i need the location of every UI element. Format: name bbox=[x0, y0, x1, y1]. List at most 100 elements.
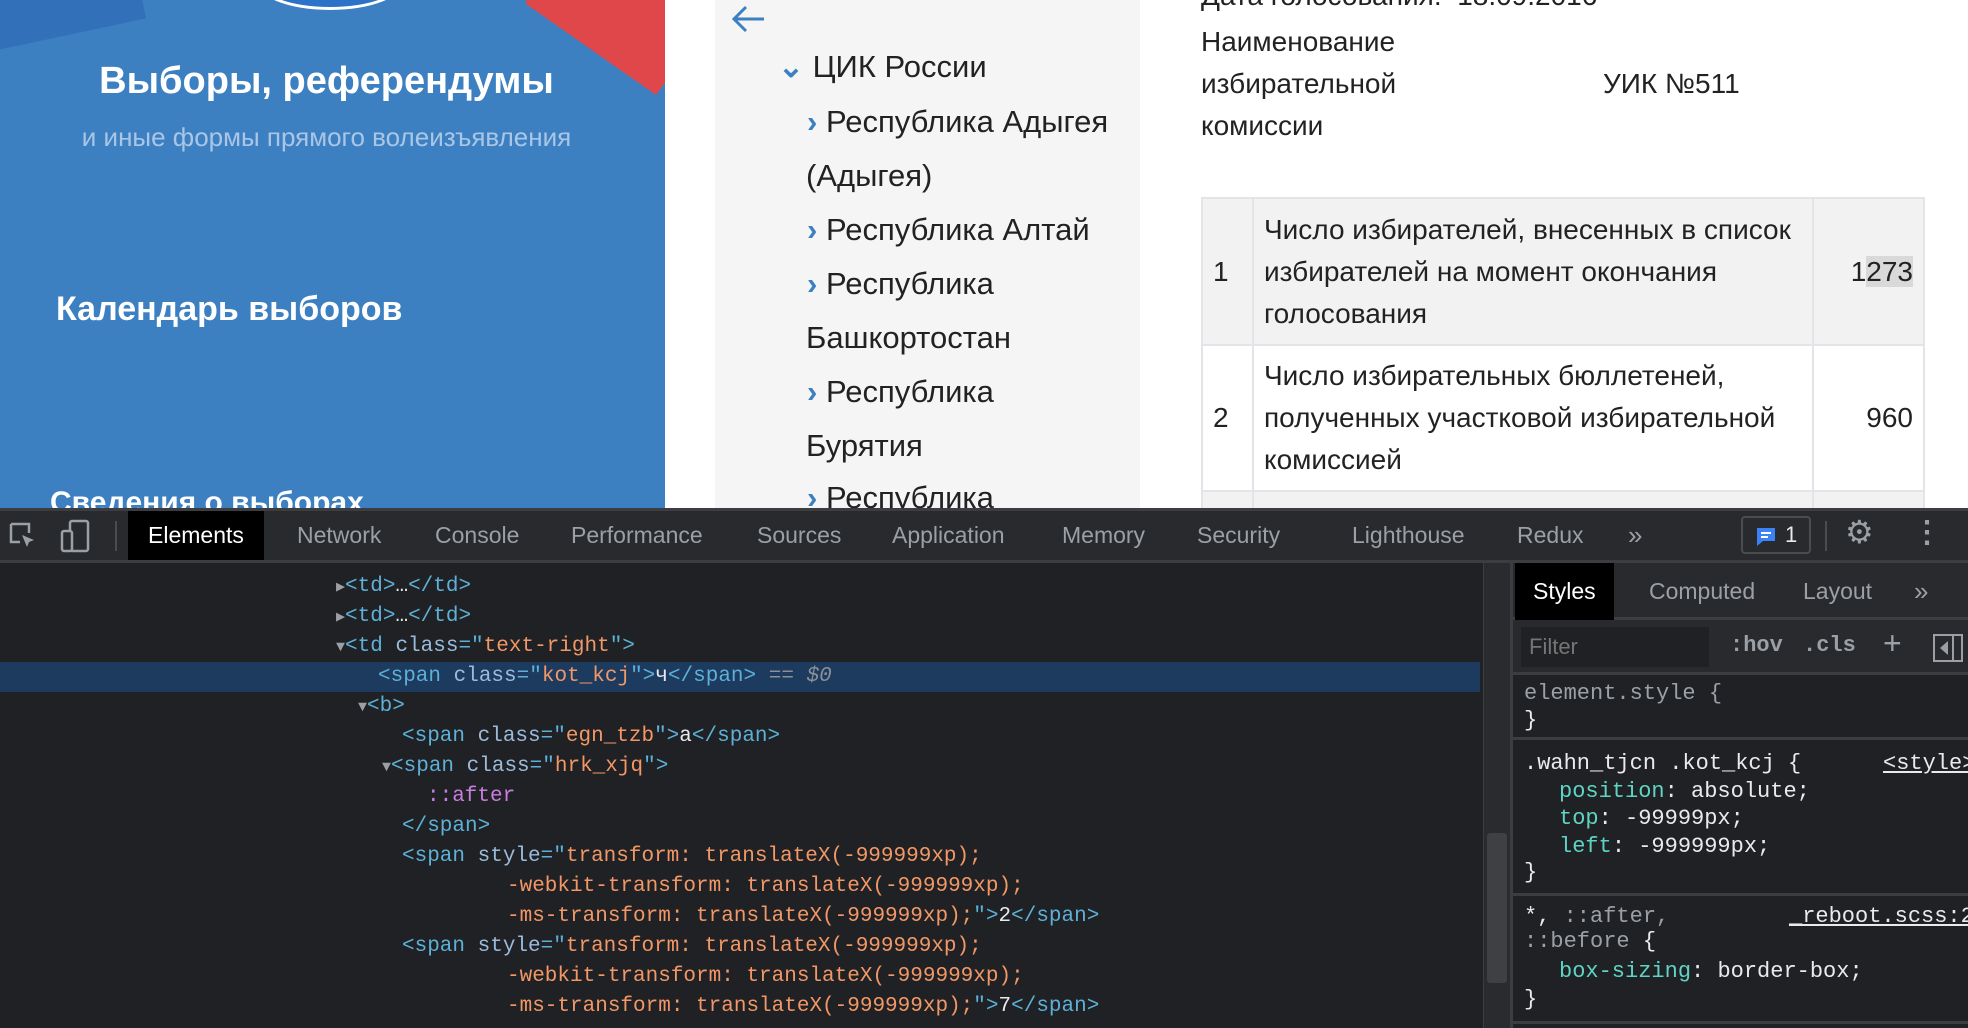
voting-date: Дата голосования: 18.09.2016 bbox=[1201, 0, 1597, 12]
scrollbar-thumb[interactable] bbox=[1487, 833, 1507, 983]
tree-item[interactable]: › Республика Алтай bbox=[807, 203, 1090, 257]
element-style-selector[interactable]: element.style { bbox=[1524, 681, 1722, 706]
code-token: transform: translateX(-999999xp); bbox=[565, 845, 982, 868]
inspect-element-icon[interactable] bbox=[8, 521, 38, 551]
arrow-left-icon[interactable] bbox=[730, 4, 766, 34]
dom-node[interactable]: ▼<span class="hrk_xjq"> bbox=[0, 752, 1480, 782]
tab-computed[interactable]: Computed bbox=[1631, 563, 1773, 620]
expand-triangle-down-icon[interactable]: ▼ bbox=[358, 699, 367, 716]
selector-brace: { bbox=[1629, 929, 1657, 954]
dom-node[interactable]: ▼<b> bbox=[0, 692, 1480, 722]
tab-security[interactable]: Security bbox=[1177, 511, 1300, 560]
expand-triangle-right-icon[interactable]: ▶ bbox=[336, 609, 345, 626]
tab-sources[interactable]: Sources bbox=[737, 511, 861, 560]
css-property[interactable]: left: -999999px; bbox=[1559, 834, 1770, 859]
dom-node[interactable]: -ms-transform: translateX(-999999xp);">2… bbox=[0, 902, 1480, 932]
tree-item-label: Республика bbox=[825, 374, 994, 409]
toggle-sidebar-icon[interactable] bbox=[1933, 634, 1963, 662]
elections-info-link[interactable]: Сведения о выборах bbox=[50, 486, 364, 508]
rule-source-link[interactable]: <style> bbox=[1883, 751, 1968, 776]
dom-node[interactable]: -ms-transform: translateX(-999999xp);">7… bbox=[0, 992, 1480, 1022]
kebab-menu-icon[interactable]: ⋮ bbox=[1912, 515, 1942, 550]
tab-styles[interactable]: Styles bbox=[1515, 563, 1614, 620]
tab-memory[interactable]: Memory bbox=[1042, 511, 1165, 560]
new-rule-button[interactable]: + bbox=[1883, 625, 1902, 662]
code-token: == bbox=[756, 665, 807, 688]
expand-triangle-right-icon[interactable]: ▶ bbox=[336, 579, 345, 596]
commission-value: УИК №511 bbox=[1603, 68, 1740, 99]
dom-node[interactable]: <span style="transform: translateX(-9999… bbox=[0, 932, 1480, 962]
tree-root[interactable]: ⌄ ЦИК России bbox=[778, 40, 987, 94]
divider bbox=[1513, 737, 1968, 740]
cls-toggle[interactable]: .cls bbox=[1803, 633, 1856, 658]
tree-item-continued[interactable]: (Адыгея) bbox=[806, 149, 932, 203]
value-highlighted: 273 bbox=[1866, 255, 1913, 287]
hov-toggle[interactable]: :hov bbox=[1730, 633, 1783, 658]
expand-triangle-down-icon[interactable]: ▼ bbox=[382, 759, 391, 776]
tree-item[interactable]: › Республика bbox=[807, 365, 994, 419]
code-token: egn_tzb bbox=[565, 725, 655, 748]
row-number bbox=[1201, 490, 1254, 508]
dom-node[interactable]: <span style="transform: translateX(-9999… bbox=[0, 842, 1480, 872]
more-panes-button[interactable]: » bbox=[1896, 563, 1946, 620]
tree-item[interactable]: › Республика bbox=[807, 471, 994, 508]
issues-badge[interactable]: 1 bbox=[1741, 516, 1811, 554]
device-toolbar-icon[interactable] bbox=[60, 519, 94, 553]
more-tabs-button[interactable]: » bbox=[1608, 511, 1662, 560]
tab-layout[interactable]: Layout bbox=[1785, 563, 1890, 620]
code-token: </td> bbox=[408, 575, 472, 598]
css-property[interactable]: position: absolute; bbox=[1559, 779, 1810, 804]
styles-filter-input[interactable] bbox=[1521, 627, 1709, 667]
rule-selector[interactable]: .wahn_tjcn .kot_kcj { bbox=[1524, 751, 1801, 776]
dom-tree-scrollbar[interactable] bbox=[1483, 563, 1510, 1028]
chevron-right-icon: › bbox=[807, 480, 818, 508]
calendar-link[interactable]: Календарь выборов bbox=[56, 290, 402, 329]
dom-node-content: <span class="kot_kcj">ч</span> == $0 bbox=[378, 662, 832, 692]
css-property[interactable]: top: -99999px; bbox=[1559, 806, 1744, 831]
dom-node[interactable]: ▶<td>…</td> bbox=[0, 572, 1480, 602]
code-token: <span bbox=[402, 725, 478, 748]
code-token: class bbox=[477, 725, 541, 748]
selector-part: ::before bbox=[1524, 929, 1630, 954]
dom-node[interactable]: </span> bbox=[0, 812, 1480, 842]
rule-source-link[interactable]: _reboot.scss:24 bbox=[1789, 904, 1968, 929]
code-token: style bbox=[477, 845, 541, 868]
tree-item-continued[interactable]: Башкортостан bbox=[806, 311, 1011, 365]
expand-triangle-down-icon[interactable]: ▼ bbox=[316, 563, 325, 566]
property-name: top bbox=[1559, 806, 1599, 831]
tree-item-label: Республика Адыгея bbox=[825, 104, 1109, 139]
dom-node[interactable]: -webkit-transform: translateX(-999999xp)… bbox=[0, 962, 1480, 992]
tab-console[interactable]: Console bbox=[415, 511, 539, 560]
dom-node[interactable]: <span class="egn_tzb">а</span> bbox=[0, 722, 1480, 752]
tree-item[interactable]: › Республика Адыгея bbox=[807, 95, 1108, 149]
dom-node-selected[interactable]: <span class="kot_kcj">ч</span> == $0 bbox=[0, 662, 1480, 692]
dom-node-content: <span class="egn_tzb">а</span> bbox=[402, 722, 780, 752]
code-token: ч bbox=[655, 665, 668, 688]
table-row: 1 Число избирателей, внесенных в список и… bbox=[1201, 197, 1925, 346]
dom-node[interactable]: ::after bbox=[0, 782, 1480, 812]
expand-triangle-down-icon[interactable]: ▼ bbox=[336, 639, 345, 656]
tab-performance[interactable]: Performance bbox=[551, 511, 723, 560]
code-token: "> bbox=[973, 905, 999, 928]
dom-node[interactable]: ▶<td>…</td> bbox=[0, 602, 1480, 632]
dom-node[interactable]: ▼<td class="text-right"> bbox=[0, 632, 1480, 662]
code-token: </span> bbox=[691, 725, 781, 748]
dom-node[interactable]: -webkit-transform: translateX(-999999xp)… bbox=[0, 872, 1480, 902]
tree-root-label: ЦИК России bbox=[812, 49, 987, 84]
code-token: </span> bbox=[667, 665, 757, 688]
dom-node-content: <span style="transform: translateX(-9999… bbox=[402, 842, 982, 872]
tab-lighthouse[interactable]: Lighthouse bbox=[1332, 511, 1485, 560]
gear-icon[interactable]: ⚙ bbox=[1845, 513, 1874, 551]
rule-selector[interactable]: *, ::after, bbox=[1524, 904, 1669, 929]
tab-application[interactable]: Application bbox=[872, 511, 1025, 560]
dom-node-content: ::after bbox=[427, 782, 515, 812]
tab-network[interactable]: Network bbox=[277, 511, 401, 560]
tree-item-label: Республика bbox=[825, 266, 994, 301]
tab-elements[interactable]: Elements bbox=[128, 511, 264, 560]
code-token: =" bbox=[458, 635, 484, 658]
tab-redux[interactable]: Redux bbox=[1497, 511, 1603, 560]
css-property[interactable]: box-sizing: border-box; bbox=[1559, 959, 1863, 984]
dom-node[interactable]: ▼<tr> bbox=[0, 563, 1480, 572]
tree-item[interactable]: › Республика bbox=[807, 257, 994, 311]
tree-item-continued[interactable]: Бурятия bbox=[806, 419, 923, 473]
